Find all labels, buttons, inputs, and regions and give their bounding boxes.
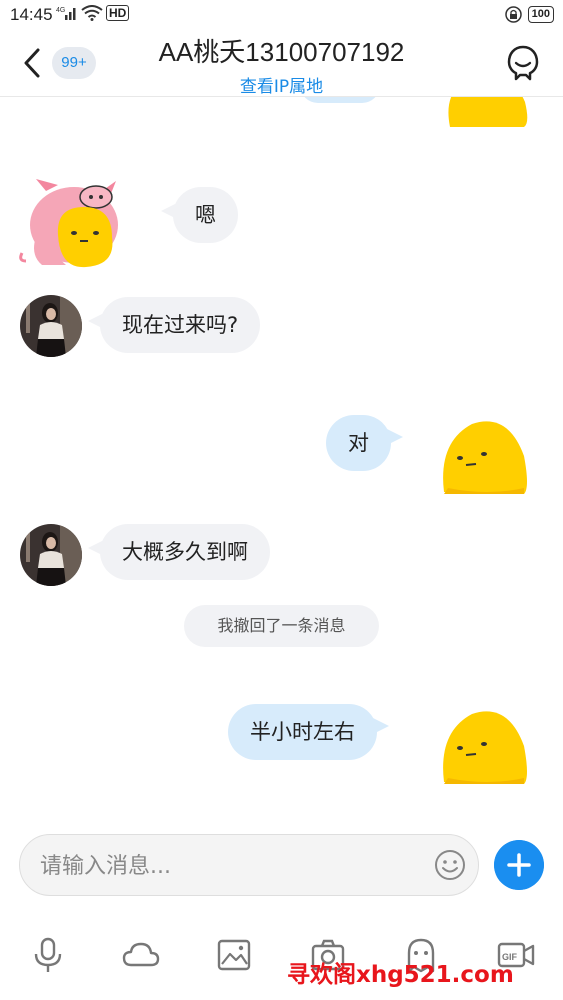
message-bubble-incoming[interactable]: 嗯 [161,187,238,243]
status-bar: 14:45 4G HD 100 [0,0,563,30]
plus-button[interactable] [494,840,544,890]
recall-system-note: 我撤回了一条消息 [184,605,379,647]
message-bubble-incoming[interactable]: 现在过来吗? [87,297,261,353]
signal-icon: 4G [56,7,76,20]
emoji-icon[interactable] [434,849,466,881]
view-ip-location-link[interactable]: 查看IP属地 [0,72,563,97]
woman-photo-avatar[interactable] [20,295,82,357]
chat-area[interactable]: 嗯 现在过来吗? 对 大概多久到啊 我撤回了一条消息 半小时左右 [0,97,563,817]
microphone-icon[interactable] [28,935,68,975]
message-bubble-outgoing[interactable]: 对 [326,415,403,471]
lock-rotation-icon [504,6,522,23]
status-icons: 4G HD [56,5,130,21]
watermark-text: 寻欢阁xhg521.com [287,962,514,988]
status-right: 100 [504,6,554,23]
yellow-blob-avatar[interactable] [438,412,530,496]
yellow-blob-avatar[interactable] [438,702,530,786]
battery-indicator: 100 [527,6,554,23]
pig-hood-emoji-avatar[interactable] [16,177,126,277]
partial-bubble [300,97,380,103]
image-icon[interactable] [214,935,254,975]
message-bubble-incoming[interactable]: 大概多久到啊 [88,524,270,580]
wifi-icon [81,5,103,21]
page-title: AA桃夭13100707192 [158,37,405,67]
cloud-icon[interactable] [121,935,161,975]
message-input-bar [19,834,479,897]
woman-photo-avatar[interactable] [20,524,82,586]
message-bubble-outgoing[interactable]: 半小时左右 [228,704,389,760]
hd-icon: HD [106,5,130,21]
status-time: 14:45 [10,5,53,24]
profile-icon[interactable] [505,44,541,82]
chat-header: 99+ AA桃夭13100707192 查看IP属地 [0,30,563,97]
yellow-blob-avatar [448,97,528,127]
svg-text:4G: 4G [56,7,65,14]
message-input[interactable] [38,835,422,897]
